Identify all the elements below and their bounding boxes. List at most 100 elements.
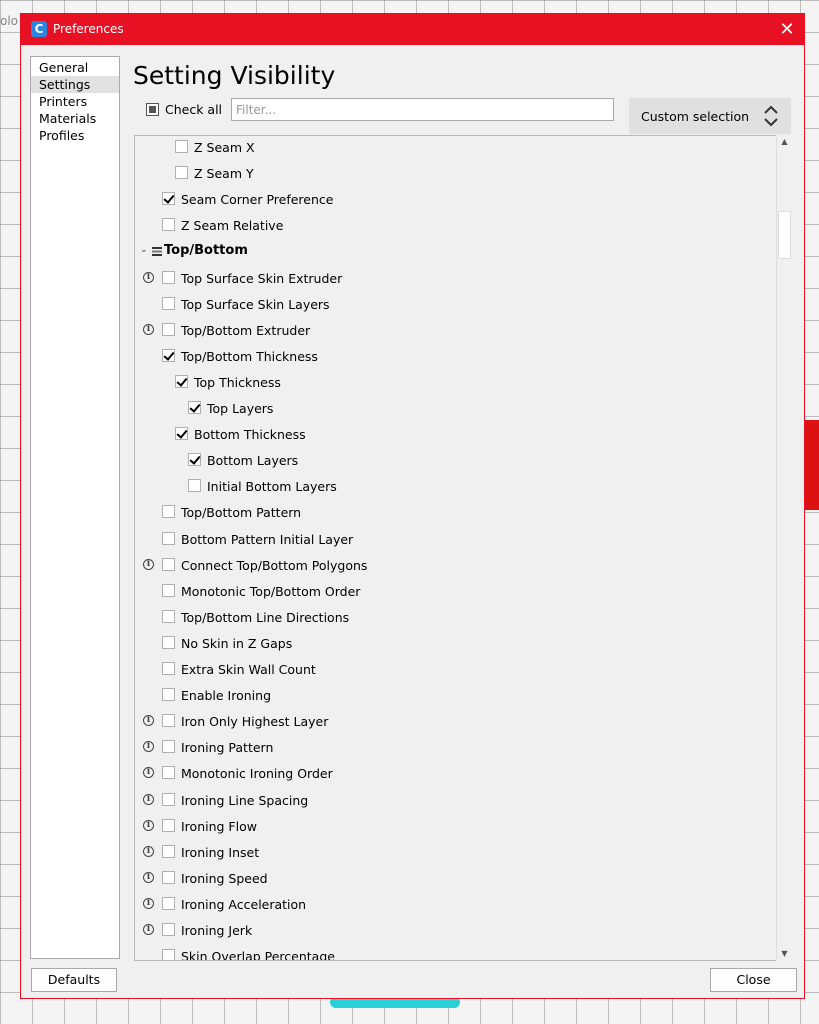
setting-row[interactable]: Seam Corner Preference <box>135 188 775 214</box>
chevron-down-icon[interactable]: ⌄ <box>140 245 148 255</box>
setting-visibility-checkbox[interactable] <box>162 844 175 858</box>
setting-visibility-checkbox[interactable] <box>162 296 175 310</box>
close-button[interactable]: Close <box>710 968 797 992</box>
setting-row[interactable]: Z Seam X <box>135 136 775 162</box>
check-all-checkbox[interactable]: Check all <box>146 102 222 118</box>
setting-row[interactable]: i Monotonic Ironing Order <box>135 762 775 788</box>
close-icon[interactable]: ✕ <box>770 14 804 45</box>
info-icon[interactable]: i <box>143 793 154 805</box>
setting-visibility-checkbox[interactable] <box>162 531 175 545</box>
setting-visibility-checkbox[interactable] <box>175 374 188 388</box>
setting-visibility-checkbox[interactable] <box>162 870 175 884</box>
setting-visibility-checkbox[interactable] <box>188 479 201 493</box>
setting-visibility-checkbox[interactable] <box>162 348 175 362</box>
setting-visibility-checkbox[interactable] <box>162 923 175 936</box>
info-icon[interactable]: i <box>143 871 154 883</box>
visibility-preset-value: Custom selection <box>641 109 750 124</box>
setting-visibility-checkbox[interactable] <box>188 401 201 414</box>
setting-row[interactable]: Top/Bottom Pattern <box>135 501 775 527</box>
setting-row[interactable]: i Ironing Acceleration <box>135 893 775 919</box>
settings-list[interactable]: Z Seam X Z Seam Y Seam Corner Preference Z … <box>134 135 792 961</box>
setting-visibility-checkbox[interactable] <box>162 662 175 675</box>
setting-row[interactable]: Extra Skin Wall Count <box>135 658 775 684</box>
visibility-preset-dropdown[interactable]: Custom selection <box>629 98 791 134</box>
info-icon[interactable]: i <box>143 845 154 857</box>
defaults-button[interactable]: Defaults <box>31 968 117 992</box>
setting-row[interactable]: i Ironing Speed <box>135 867 775 893</box>
setting-visibility-checkbox[interactable] <box>162 583 175 597</box>
setting-visibility-checkbox[interactable] <box>162 557 175 571</box>
check-all-partial-box[interactable] <box>146 103 159 116</box>
info-icon[interactable]: i <box>143 558 154 570</box>
setting-visibility-checkbox[interactable] <box>175 166 188 180</box>
setting-label: Z Seam X <box>194 140 255 155</box>
setting-row[interactable]: Skin Overlap Percentage <box>135 945 775 960</box>
setting-visibility-checkbox[interactable] <box>162 792 175 806</box>
settings-scrollbar[interactable]: ▲ ▼ <box>776 135 792 961</box>
setting-label: Enable Ironing <box>181 688 272 704</box>
setting-row[interactable]: Top Surface Skin Layers <box>135 293 775 319</box>
setting-visibility-checkbox[interactable] <box>175 140 188 153</box>
info-icon[interactable]: i <box>143 323 154 335</box>
setting-visibility-checkbox[interactable] <box>162 505 175 519</box>
setting-row[interactable]: i Top/Bottom Extruder <box>135 319 775 345</box>
setting-row[interactable]: Z Seam Relative <box>135 214 775 240</box>
scroll-thumb[interactable] <box>778 211 791 259</box>
setting-row[interactable]: i Ironing Flow <box>135 815 775 841</box>
category-header-top-bottom[interactable]: ⌄ Top/Bottom <box>135 240 775 266</box>
setting-visibility-checkbox[interactable] <box>162 766 175 780</box>
setting-row[interactable]: i Iron Only Highest Layer <box>135 710 775 736</box>
scroll-up-arrow-icon[interactable]: ▲ <box>777 135 792 149</box>
setting-visibility-checkbox[interactable] <box>162 896 175 910</box>
title-bar[interactable]: C Preferences ✕ <box>21 14 804 45</box>
setting-row[interactable]: Top/Bottom Line Directions <box>135 606 775 632</box>
setting-row[interactable]: i Ironing Line Spacing <box>135 789 775 815</box>
info-icon[interactable]: i <box>143 715 154 727</box>
setting-row[interactable]: Enable Ironing <box>135 684 775 710</box>
setting-visibility-checkbox[interactable] <box>162 714 175 728</box>
setting-visibility-checkbox[interactable] <box>162 949 175 960</box>
setting-visibility-checkbox[interactable] <box>162 740 175 754</box>
setting-visibility-checkbox[interactable] <box>162 818 175 832</box>
info-icon[interactable]: i <box>143 924 154 935</box>
setting-visibility-checkbox[interactable] <box>188 453 201 467</box>
setting-row[interactable]: Bottom Pattern Initial Layer <box>135 528 775 554</box>
info-icon[interactable]: i <box>143 897 154 909</box>
setting-row[interactable]: Bottom Layers <box>135 449 775 475</box>
info-icon[interactable]: i <box>143 819 154 831</box>
setting-label: Ironing Line Spacing <box>181 792 309 808</box>
setting-visibility-checkbox[interactable] <box>162 688 175 702</box>
setting-visibility-checkbox[interactable] <box>175 427 188 441</box>
setting-visibility-checkbox[interactable] <box>162 218 175 232</box>
setting-row[interactable]: Initial Bottom Layers <box>135 475 775 501</box>
setting-row[interactable]: i Top Surface Skin Extruder <box>135 267 775 293</box>
setting-visibility-checkbox[interactable] <box>162 322 175 336</box>
setting-visibility-checkbox[interactable] <box>162 609 175 623</box>
info-icon[interactable]: i <box>143 767 154 779</box>
info-icon[interactable]: i <box>143 741 154 753</box>
setting-row[interactable]: i Ironing Inset <box>135 841 775 867</box>
setting-row[interactable]: No Skin in Z Gaps <box>135 632 775 658</box>
setting-row[interactable]: Top/Bottom Thickness <box>135 345 775 371</box>
setting-row[interactable]: Top Thickness <box>135 371 775 397</box>
sidebar-item-general[interactable]: General <box>31 59 119 76</box>
setting-row[interactable]: i Ironing Jerk <box>135 919 775 945</box>
sidebar-item-profiles[interactable]: Profiles <box>31 127 119 144</box>
sidebar-item-materials[interactable]: Materials <box>31 110 119 127</box>
setting-label: Initial Bottom Layers <box>207 479 337 495</box>
setting-row[interactable]: Monotonic Top/Bottom Order <box>135 580 775 606</box>
setting-visibility-checkbox[interactable] <box>162 270 175 284</box>
setting-row[interactable]: Bottom Thickness <box>135 423 775 449</box>
setting-row[interactable]: Top Layers <box>135 397 775 423</box>
setting-label: Ironing Inset <box>181 844 260 860</box>
info-icon[interactable]: i <box>143 271 154 283</box>
scroll-down-arrow-icon[interactable]: ▼ <box>777 947 792 961</box>
setting-visibility-checkbox[interactable] <box>162 635 175 649</box>
setting-row[interactable]: i Connect Top/Bottom Polygons <box>135 554 775 580</box>
setting-row[interactable]: Z Seam Y <box>135 162 775 188</box>
setting-row[interactable]: i Ironing Pattern <box>135 736 775 762</box>
setting-visibility-checkbox[interactable] <box>162 192 175 206</box>
filter-input[interactable] <box>231 98 614 121</box>
sidebar-item-printers[interactable]: Printers <box>31 93 119 110</box>
sidebar-item-settings[interactable]: Settings <box>31 76 119 93</box>
